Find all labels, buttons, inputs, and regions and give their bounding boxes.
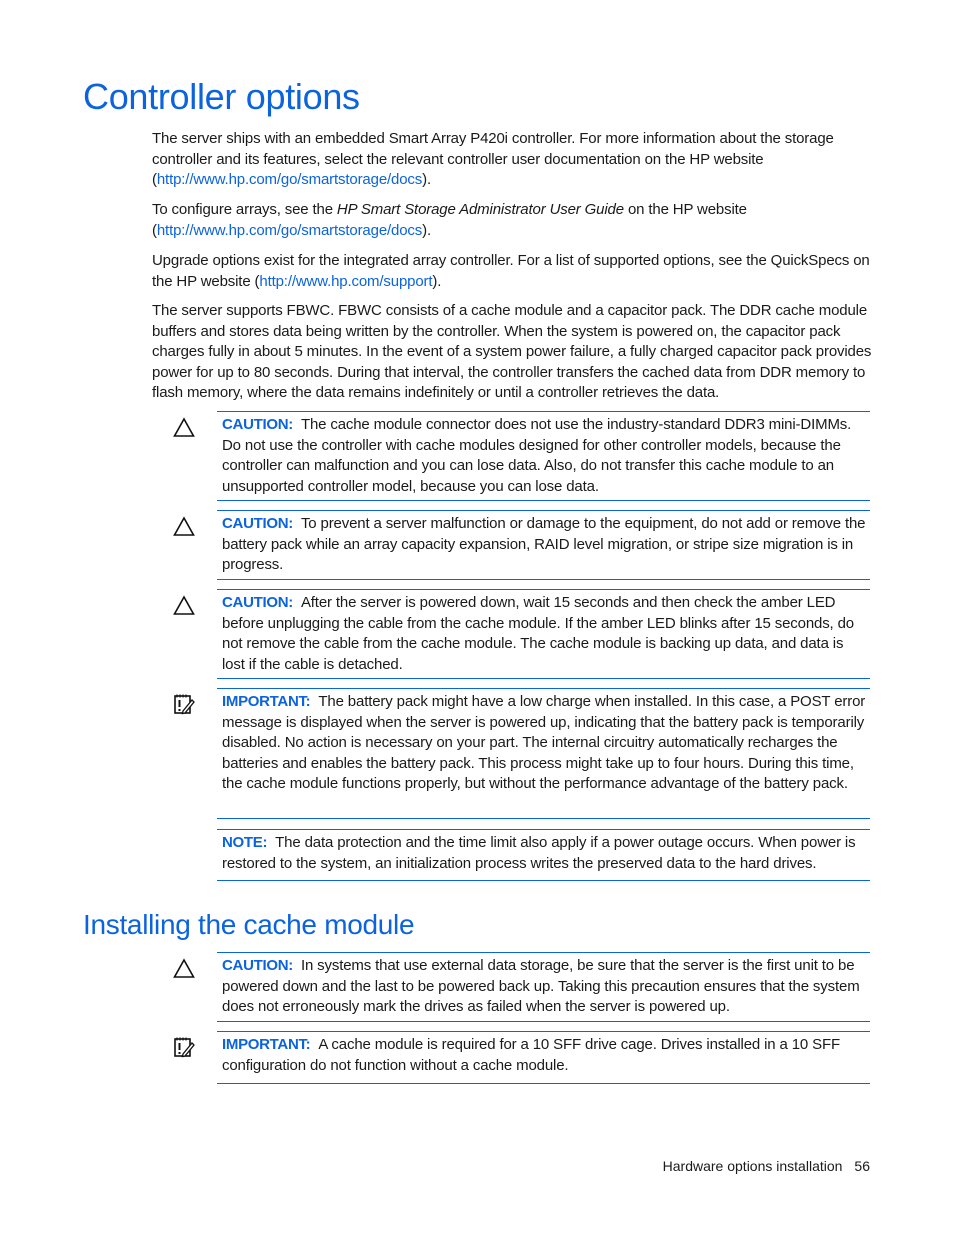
footer-section-name: Hardware options installation <box>662 1158 843 1174</box>
notice-text: In systems that use external data storag… <box>222 957 860 1015</box>
page-footer: Hardware options installation 56 <box>663 1158 870 1174</box>
guide-title: HP Smart Storage Administrator User Guid… <box>336 201 624 218</box>
caution-triangle-icon <box>172 594 196 618</box>
note-notice: NOTE: The data protection and the time li… <box>217 829 870 881</box>
smartstorage-docs-link-2[interactable]: http://www.hp.com/go/smartstorage/docs <box>157 222 422 239</box>
notice-text: After the server is powered down, wait 1… <box>222 594 854 673</box>
notice-text: The cache module connector does not use … <box>222 416 852 495</box>
important-notepad-icon <box>172 692 196 716</box>
caution-notice: CAUTION: After the server is powered down… <box>217 589 870 679</box>
important-notepad-icon <box>172 1035 196 1059</box>
hp-support-link[interactable]: http://www.hp.com/support <box>259 273 432 290</box>
paragraph-configure-arrays: To configure arrays, see the HP Smart St… <box>152 200 872 241</box>
notice-label: CAUTION: <box>222 416 293 433</box>
caution-triangle-icon <box>172 957 196 981</box>
page-number: 56 <box>854 1158 870 1174</box>
paragraph-text: To configure arrays, see the <box>152 201 337 218</box>
important-notice: IMPORTANT: The battery pack might have a … <box>217 688 870 819</box>
notice-label: CAUTION: <box>222 957 293 974</box>
caution-triangle-icon <box>172 515 196 539</box>
caution-notice: CAUTION: In systems that use external dat… <box>217 952 870 1022</box>
notice-label: IMPORTANT: <box>222 693 311 710</box>
paragraph-upgrade-options: Upgrade options exist for the integrated… <box>152 251 872 292</box>
notice-label: CAUTION: <box>222 594 293 611</box>
smartstorage-docs-link[interactable]: http://www.hp.com/go/smartstorage/docs <box>157 171 422 188</box>
paragraph-text: ). <box>432 272 442 290</box>
notice-label: IMPORTANT: <box>222 1036 311 1053</box>
paragraph-controller-intro: The server ships with an embedded Smart … <box>152 129 872 191</box>
section-title-installing-cache-module: Installing the cache module <box>83 909 415 940</box>
notice-label: CAUTION: <box>222 515 293 532</box>
paragraph-text: ). <box>422 171 431 189</box>
notice-label: NOTE: <box>222 834 268 851</box>
paragraph-fbwc: The server supports FBWC. FBWC consists … <box>152 302 872 402</box>
page-title: Controller options <box>83 76 360 117</box>
notice-text: To prevent a server malfunction or damag… <box>222 515 866 573</box>
caution-notice: CAUTION: To prevent a server malfunction … <box>217 510 870 580</box>
notice-text: A cache module is required for a 10 SFF … <box>222 1036 840 1074</box>
caution-triangle-icon <box>172 416 196 440</box>
notice-text: The data protection and the time limit a… <box>222 834 856 872</box>
paragraph-text: ). <box>422 221 431 239</box>
important-notice: IMPORTANT: A cache module is required for… <box>217 1031 870 1084</box>
caution-notice: CAUTION: The cache module connector does … <box>217 411 870 501</box>
notice-text: The battery pack might have a low charge… <box>222 693 866 792</box>
